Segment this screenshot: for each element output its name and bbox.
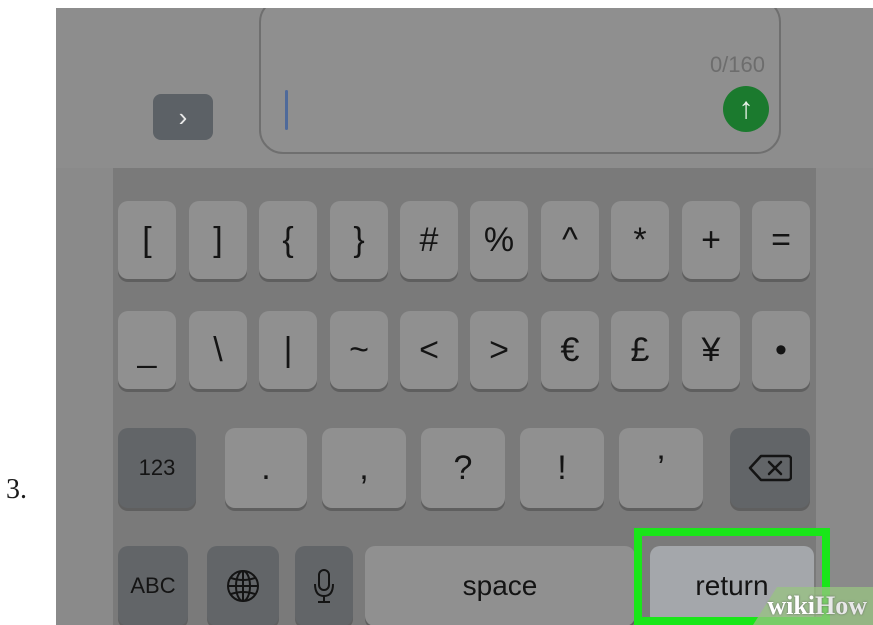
key[interactable]: + xyxy=(682,201,740,279)
key[interactable]: € xyxy=(541,311,599,389)
screenshot: › 0/160 ↑ [ ] { } # % ^ * + = _ \ | ~ < … xyxy=(56,8,873,625)
backspace-icon xyxy=(748,454,792,482)
compose-area: › 0/160 ↑ xyxy=(56,8,873,168)
key[interactable]: ^ xyxy=(541,201,599,279)
key[interactable]: ! xyxy=(520,428,604,508)
key[interactable]: = xyxy=(752,201,810,279)
chevron-right-icon: › xyxy=(178,101,188,132)
send-button[interactable]: ↑ xyxy=(723,86,769,132)
key[interactable]: ’ xyxy=(619,428,703,508)
key[interactable]: | xyxy=(259,311,317,389)
key[interactable]: } xyxy=(330,201,388,279)
key[interactable]: , xyxy=(322,428,406,508)
key[interactable]: ] xyxy=(189,201,247,279)
abc-mode-key[interactable]: ABC xyxy=(118,546,188,625)
dictation-key[interactable] xyxy=(295,546,353,625)
key[interactable]: \ xyxy=(189,311,247,389)
globe-key[interactable] xyxy=(207,546,279,625)
key[interactable]: ? xyxy=(421,428,505,508)
key[interactable]: # xyxy=(400,201,458,279)
key[interactable]: { xyxy=(259,201,317,279)
globe-icon xyxy=(227,570,259,602)
step-number: 3. xyxy=(6,474,27,505)
key[interactable]: % xyxy=(470,201,528,279)
wikihow-watermark: wikiHow xyxy=(767,591,867,621)
watermark-how: How xyxy=(815,591,867,620)
character-count: 0/160 xyxy=(709,52,765,77)
key[interactable]: _ xyxy=(118,311,176,389)
microphone-icon xyxy=(314,569,334,603)
arrow-up-icon: ↑ xyxy=(738,92,754,125)
key[interactable]: ~ xyxy=(330,311,388,389)
key[interactable]: ¥ xyxy=(682,311,740,389)
key[interactable]: . xyxy=(225,428,307,508)
message-input[interactable]: 0/160 ↑ xyxy=(259,8,781,154)
key[interactable]: > xyxy=(470,311,528,389)
key[interactable]: < xyxy=(400,311,458,389)
key[interactable]: [ xyxy=(118,201,176,279)
space-key[interactable]: space xyxy=(365,546,635,625)
key[interactable]: £ xyxy=(611,311,669,389)
numbers-mode-key[interactable]: 123 xyxy=(118,428,196,508)
key[interactable]: * xyxy=(611,201,669,279)
expand-apps-button[interactable]: › xyxy=(153,94,213,140)
watermark-wiki: wiki xyxy=(767,591,815,620)
key[interactable]: • xyxy=(752,311,810,389)
text-cursor xyxy=(285,90,288,130)
delete-key[interactable] xyxy=(730,428,810,508)
